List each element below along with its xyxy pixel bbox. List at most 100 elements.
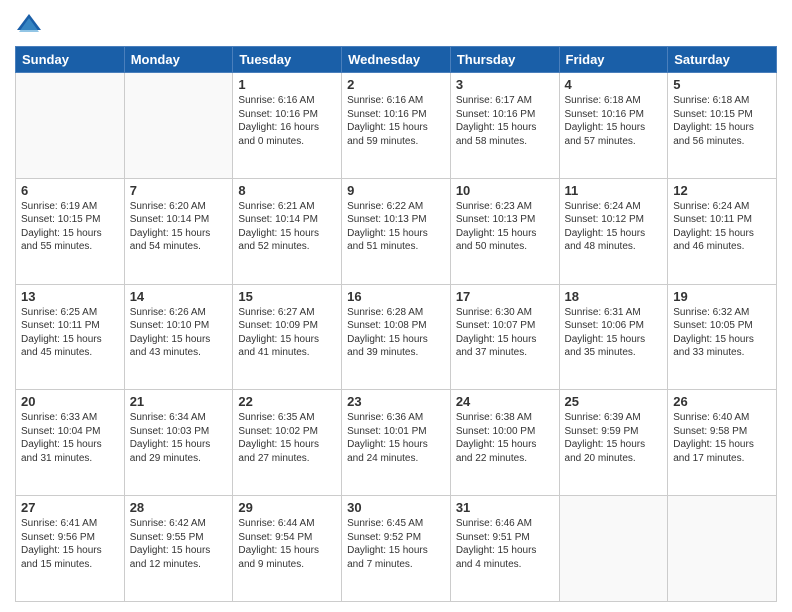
day-number: 21 — [130, 394, 228, 409]
cell-content: Sunrise: 6:21 AM Sunset: 10:14 PM Daylig… — [238, 200, 336, 254]
cell-content: Sunrise: 6:20 AM Sunset: 10:14 PM Daylig… — [130, 200, 228, 254]
day-number: 4 — [565, 77, 663, 92]
cell-content: Sunrise: 6:36 AM Sunset: 10:01 PM Daylig… — [347, 411, 445, 465]
calendar-week-3: 13 Sunrise: 6:25 AM Sunset: 10:11 PM Dayl… — [16, 284, 777, 390]
calendar-cell — [16, 73, 125, 179]
day-number: 22 — [238, 394, 336, 409]
cell-content: Sunrise: 6:38 AM Sunset: 10:00 PM Daylig… — [456, 411, 554, 465]
cell-content: Sunrise: 6:16 AM Sunset: 10:16 PM Daylig… — [238, 94, 336, 148]
day-number: 18 — [565, 289, 663, 304]
calendar-header-row: SundayMondayTuesdayWednesdayThursdayFrid… — [16, 47, 777, 73]
day-number: 29 — [238, 500, 336, 515]
calendar-header-tuesday: Tuesday — [233, 47, 342, 73]
calendar-cell: 9 Sunrise: 6:22 AM Sunset: 10:13 PM Dayli… — [342, 178, 451, 284]
calendar-cell: 16 Sunrise: 6:28 AM Sunset: 10:08 PM Dayl… — [342, 284, 451, 390]
calendar-header-monday: Monday — [124, 47, 233, 73]
calendar-cell: 30 Sunrise: 6:45 AM Sunset: 9:52 PM Dayli… — [342, 496, 451, 602]
calendar-table: SundayMondayTuesdayWednesdayThursdayFrid… — [15, 46, 777, 602]
cell-content: Sunrise: 6:26 AM Sunset: 10:10 PM Daylig… — [130, 306, 228, 360]
cell-content: Sunrise: 6:32 AM Sunset: 10:05 PM Daylig… — [673, 306, 771, 360]
calendar-cell: 31Sunrise: 6:46 AM Sunset: 9:51 PM Dayli… — [450, 496, 559, 602]
calendar-cell: 11 Sunrise: 6:24 AM Sunset: 10:12 PM Dayl… — [559, 178, 668, 284]
calendar-cell: 1 Sunrise: 6:16 AM Sunset: 10:16 PM Dayli… — [233, 73, 342, 179]
calendar-cell: 23 Sunrise: 6:36 AM Sunset: 10:01 PM Dayl… — [342, 390, 451, 496]
calendar-cell: 4Sunrise: 6:18 AM Sunset: 10:16 PM Dayli… — [559, 73, 668, 179]
cell-content: Sunrise: 6:23 AM Sunset: 10:13 PM Daylig… — [456, 200, 554, 254]
day-number: 12 — [673, 183, 771, 198]
calendar-cell: 10 Sunrise: 6:23 AM Sunset: 10:13 PM Dayl… — [450, 178, 559, 284]
logo — [15, 10, 47, 38]
calendar-header-thursday: Thursday — [450, 47, 559, 73]
calendar-week-2: 6 Sunrise: 6:19 AM Sunset: 10:15 PM Dayli… — [16, 178, 777, 284]
cell-content: Sunrise: 6:17 AM Sunset: 10:16 PM Daylig… — [456, 94, 554, 148]
day-number: 1 — [238, 77, 336, 92]
cell-content: Sunrise: 6:24 AM Sunset: 10:11 PM Daylig… — [673, 200, 771, 254]
day-number: 24 — [456, 394, 554, 409]
calendar-cell: 21Sunrise: 6:34 AM Sunset: 10:03 PM Dayl… — [124, 390, 233, 496]
day-number: 30 — [347, 500, 445, 515]
calendar-cell: 5 Sunrise: 6:18 AM Sunset: 10:15 PM Dayli… — [668, 73, 777, 179]
day-number: 9 — [347, 183, 445, 198]
day-number: 28 — [130, 500, 228, 515]
cell-content: Sunrise: 6:25 AM Sunset: 10:11 PM Daylig… — [21, 306, 119, 360]
day-number: 19 — [673, 289, 771, 304]
page: SundayMondayTuesdayWednesdayThursdayFrid… — [0, 0, 792, 612]
calendar-cell — [559, 496, 668, 602]
cell-content: Sunrise: 6:28 AM Sunset: 10:08 PM Daylig… — [347, 306, 445, 360]
calendar-cell: 15 Sunrise: 6:27 AM Sunset: 10:09 PM Dayl… — [233, 284, 342, 390]
calendar-cell: 8Sunrise: 6:21 AM Sunset: 10:14 PM Dayli… — [233, 178, 342, 284]
calendar-cell — [124, 73, 233, 179]
day-number: 25 — [565, 394, 663, 409]
calendar-header-saturday: Saturday — [668, 47, 777, 73]
calendar-cell: 13 Sunrise: 6:25 AM Sunset: 10:11 PM Dayl… — [16, 284, 125, 390]
day-number: 13 — [21, 289, 119, 304]
cell-content: Sunrise: 6:35 AM Sunset: 10:02 PM Daylig… — [238, 411, 336, 465]
cell-content: Sunrise: 6:40 AM Sunset: 9:58 PM Dayligh… — [673, 411, 771, 465]
day-number: 10 — [456, 183, 554, 198]
cell-content: Sunrise: 6:22 AM Sunset: 10:13 PM Daylig… — [347, 200, 445, 254]
cell-content: Sunrise: 6:24 AM Sunset: 10:12 PM Daylig… — [565, 200, 663, 254]
day-number: 27 — [21, 500, 119, 515]
calendar-cell: 27 Sunrise: 6:41 AM Sunset: 9:56 PM Dayli… — [16, 496, 125, 602]
cell-content: Sunrise: 6:44 AM Sunset: 9:54 PM Dayligh… — [238, 517, 336, 571]
calendar-cell: 17Sunrise: 6:30 AM Sunset: 10:07 PM Dayl… — [450, 284, 559, 390]
calendar-cell: 3 Sunrise: 6:17 AM Sunset: 10:16 PM Dayli… — [450, 73, 559, 179]
calendar-cell: 19 Sunrise: 6:32 AM Sunset: 10:05 PM Dayl… — [668, 284, 777, 390]
cell-content: Sunrise: 6:41 AM Sunset: 9:56 PM Dayligh… — [21, 517, 119, 571]
calendar-cell: 22 Sunrise: 6:35 AM Sunset: 10:02 PM Dayl… — [233, 390, 342, 496]
calendar-cell: 28Sunrise: 6:42 AM Sunset: 9:55 PM Dayli… — [124, 496, 233, 602]
day-number: 2 — [347, 77, 445, 92]
cell-content: Sunrise: 6:19 AM Sunset: 10:15 PM Daylig… — [21, 200, 119, 254]
calendar-week-4: 20Sunrise: 6:33 AM Sunset: 10:04 PM Dayl… — [16, 390, 777, 496]
cell-content: Sunrise: 6:45 AM Sunset: 9:52 PM Dayligh… — [347, 517, 445, 571]
day-number: 15 — [238, 289, 336, 304]
cell-content: Sunrise: 6:18 AM Sunset: 10:15 PM Daylig… — [673, 94, 771, 148]
cell-content: Sunrise: 6:31 AM Sunset: 10:06 PM Daylig… — [565, 306, 663, 360]
day-number: 17 — [456, 289, 554, 304]
calendar-cell: 29 Sunrise: 6:44 AM Sunset: 9:54 PM Dayli… — [233, 496, 342, 602]
calendar-cell: 6 Sunrise: 6:19 AM Sunset: 10:15 PM Dayli… — [16, 178, 125, 284]
cell-content: Sunrise: 6:46 AM Sunset: 9:51 PM Dayligh… — [456, 517, 554, 571]
day-number: 7 — [130, 183, 228, 198]
logo-icon — [15, 10, 43, 38]
day-number: 3 — [456, 77, 554, 92]
day-number: 11 — [565, 183, 663, 198]
calendar-header-friday: Friday — [559, 47, 668, 73]
calendar-cell: 24 Sunrise: 6:38 AM Sunset: 10:00 PM Dayl… — [450, 390, 559, 496]
calendar-cell: 12 Sunrise: 6:24 AM Sunset: 10:11 PM Dayl… — [668, 178, 777, 284]
calendar-cell: 14Sunrise: 6:26 AM Sunset: 10:10 PM Dayl… — [124, 284, 233, 390]
day-number: 6 — [21, 183, 119, 198]
calendar-cell: 18 Sunrise: 6:31 AM Sunset: 10:06 PM Dayl… — [559, 284, 668, 390]
day-number: 23 — [347, 394, 445, 409]
calendar-cell: 20Sunrise: 6:33 AM Sunset: 10:04 PM Dayl… — [16, 390, 125, 496]
calendar-cell: 25Sunrise: 6:39 AM Sunset: 9:59 PM Dayli… — [559, 390, 668, 496]
calendar-cell: 7 Sunrise: 6:20 AM Sunset: 10:14 PM Dayli… — [124, 178, 233, 284]
calendar-header-sunday: Sunday — [16, 47, 125, 73]
day-number: 26 — [673, 394, 771, 409]
header — [15, 10, 777, 38]
day-number: 20 — [21, 394, 119, 409]
day-number: 5 — [673, 77, 771, 92]
cell-content: Sunrise: 6:16 AM Sunset: 10:16 PM Daylig… — [347, 94, 445, 148]
cell-content: Sunrise: 6:27 AM Sunset: 10:09 PM Daylig… — [238, 306, 336, 360]
day-number: 16 — [347, 289, 445, 304]
